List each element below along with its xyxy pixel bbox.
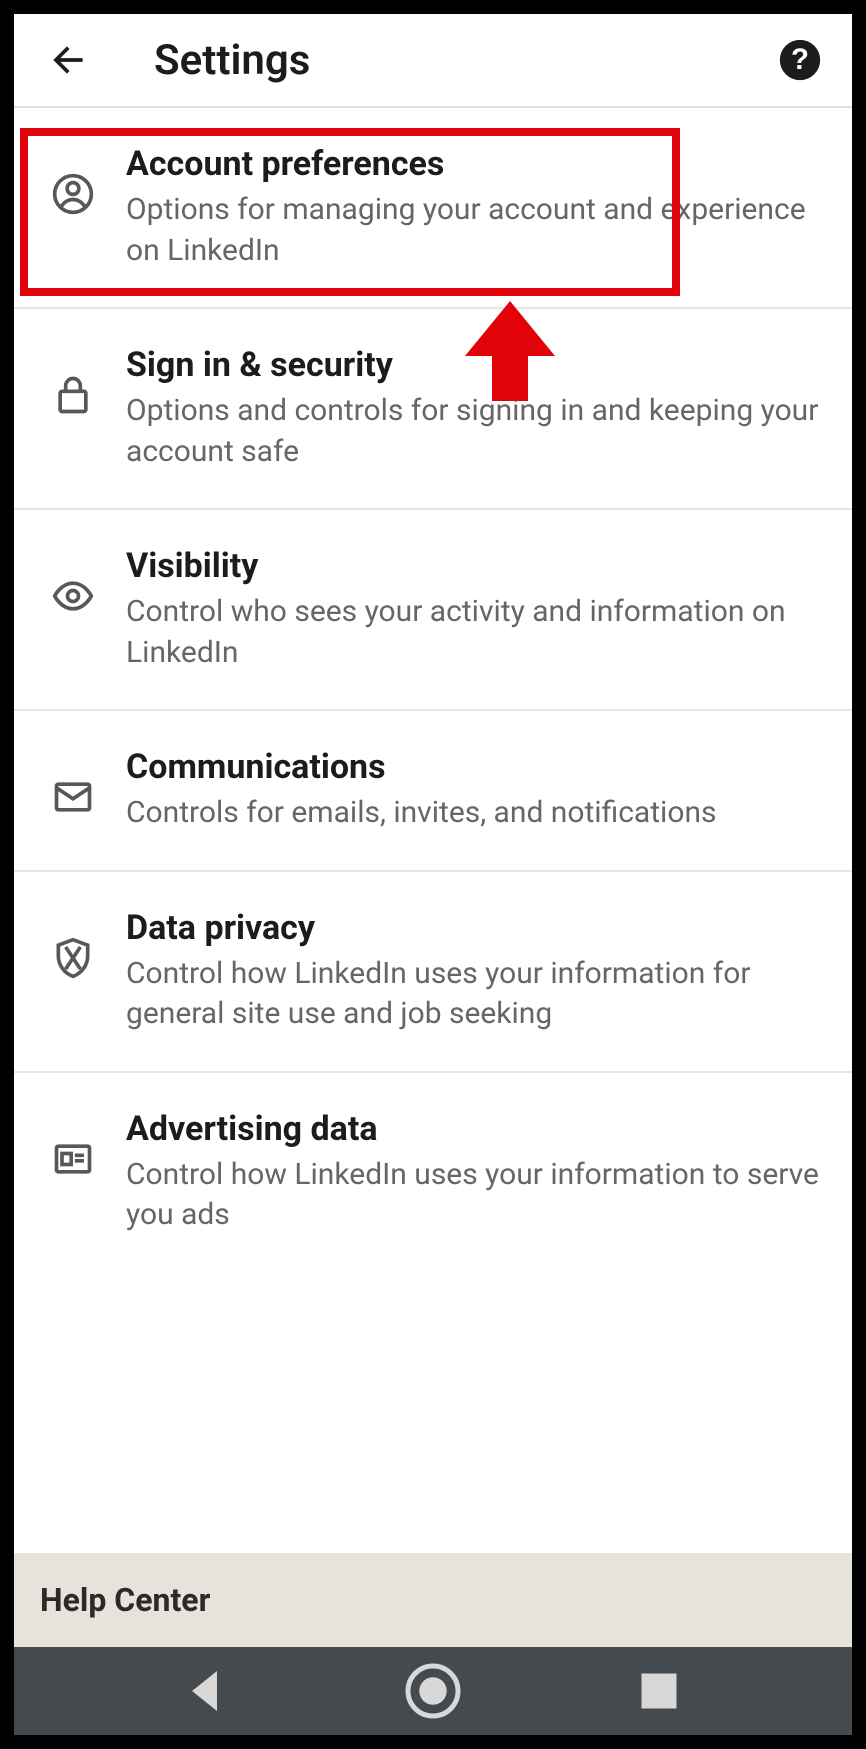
help-center-label: Help Center — [40, 1581, 826, 1619]
item-desc: Control how LinkedIn uses your informati… — [126, 954, 822, 1035]
item-desc: Control how LinkedIn uses your informati… — [126, 1155, 822, 1236]
device-frame: Settings ? Account pref — [0, 0, 866, 1749]
settings-list: Account preferences Options for managing… — [14, 108, 852, 1553]
shield-icon — [44, 936, 102, 980]
back-arrow-icon — [46, 38, 90, 82]
nav-back-button[interactable] — [177, 1661, 237, 1721]
item-title: Advertising data — [126, 1109, 822, 1149]
settings-item-communications[interactable]: Communications Controls for emails, invi… — [14, 711, 852, 872]
android-nav-bar — [14, 1647, 852, 1735]
item-title: Communications — [126, 747, 822, 787]
settings-item-sign-in-security[interactable]: Sign in & security Options and controls … — [14, 309, 852, 510]
screen: Settings ? Account pref — [14, 14, 852, 1735]
back-button[interactable] — [42, 34, 94, 86]
help-button[interactable]: ? — [776, 36, 824, 84]
help-icon: ? — [778, 38, 822, 82]
help-center-section[interactable]: Help Center — [14, 1553, 852, 1647]
item-title: Visibility — [126, 546, 822, 586]
settings-item-visibility[interactable]: Visibility Control who sees your activit… — [14, 510, 852, 711]
settings-item-advertising-data[interactable]: Advertising data Control how LinkedIn us… — [14, 1073, 852, 1272]
nav-back-icon — [177, 1661, 237, 1721]
profile-icon — [44, 172, 102, 216]
settings-item-account-preferences[interactable]: Account preferences Options for managing… — [14, 108, 852, 309]
item-title: Data privacy — [126, 908, 822, 948]
news-icon — [44, 1137, 102, 1181]
nav-recent-icon — [629, 1661, 689, 1721]
nav-recent-button[interactable] — [629, 1661, 689, 1721]
eye-icon — [44, 574, 102, 618]
mail-icon — [44, 775, 102, 819]
settings-item-data-privacy[interactable]: Data privacy Control how LinkedIn uses y… — [14, 872, 852, 1073]
item-desc: Controls for emails, invites, and notifi… — [126, 793, 822, 834]
item-desc: Options and controls for signing in and … — [126, 391, 822, 472]
item-title: Account preferences — [126, 144, 822, 184]
nav-home-icon — [403, 1661, 463, 1721]
item-desc: Control who sees your activity and infor… — [126, 592, 822, 673]
nav-home-button[interactable] — [403, 1661, 463, 1721]
item-desc: Options for managing your account and ex… — [126, 190, 822, 271]
header-bar: Settings ? — [14, 14, 852, 108]
page-title: Settings — [154, 36, 776, 85]
item-title: Sign in & security — [126, 345, 822, 385]
lock-icon — [44, 373, 102, 417]
svg-text:?: ? — [791, 43, 809, 76]
